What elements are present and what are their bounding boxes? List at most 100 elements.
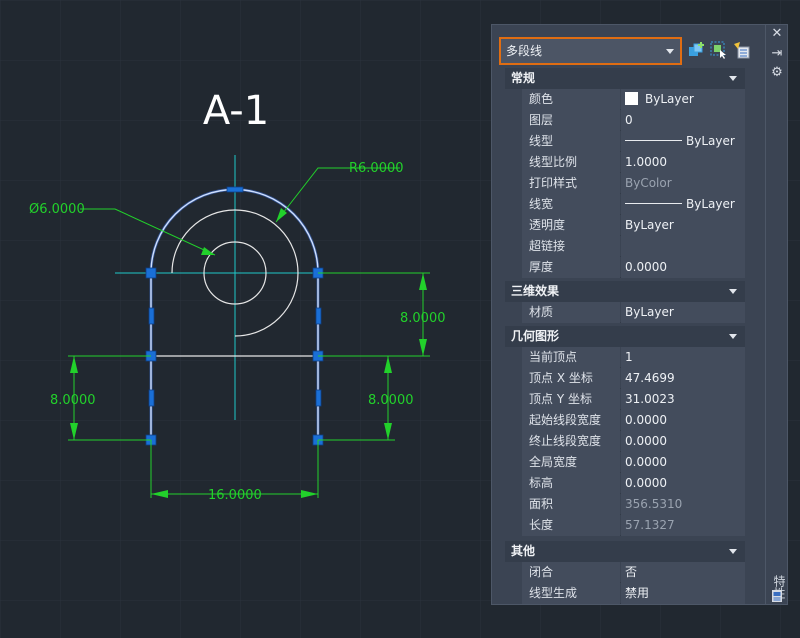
property-name: 材质 (522, 302, 620, 323)
property-value-cell[interactable]: 0.0000 (621, 452, 745, 473)
section-header[interactable]: 几何图形 (505, 326, 745, 347)
dim-bottom-label: 16.0000 (208, 488, 262, 503)
property-row[interactable]: 厚度 0.0000 (505, 257, 745, 278)
property-value-cell[interactable]: 47.4699 (621, 368, 745, 389)
property-name: 顶点 X 坐标 (522, 368, 620, 389)
property-name: 线型 (522, 131, 620, 152)
row-gutter (505, 473, 522, 494)
section-title: 其他 (511, 544, 536, 558)
color-swatch (625, 92, 638, 105)
auto-hide-icon[interactable]: ⇥ (770, 47, 784, 61)
property-row[interactable]: 透明度 ByLayer (505, 215, 745, 236)
property-name: 顶点 Y 坐标 (522, 389, 620, 410)
property-value-cell[interactable]: 1 (621, 347, 745, 368)
property-row[interactable]: 超链接 (505, 236, 745, 257)
property-value-cell[interactable]: ByLayer (621, 215, 745, 236)
property-value-cell[interactable]: ByLayer (621, 302, 745, 323)
property-value-cell[interactable]: 禁用 (621, 583, 745, 604)
property-value: ByLayer (645, 92, 694, 106)
property-value: 0.0000 (625, 455, 667, 469)
property-name: 当前顶点 (522, 347, 620, 368)
property-name: 标高 (522, 473, 620, 494)
section-header[interactable]: 其他 (505, 541, 745, 562)
property-value: 31.0023 (625, 392, 675, 406)
property-value-cell[interactable]: 356.5310 (621, 494, 745, 515)
properties-icon[interactable] (770, 589, 784, 603)
property-value: 0 (625, 113, 633, 127)
row-gutter (505, 583, 522, 604)
row-gutter (505, 389, 522, 410)
property-row[interactable]: 长度 57.1327 (505, 515, 745, 536)
chevron-down-icon (729, 289, 737, 294)
property-name: 打印样式 (522, 173, 620, 194)
property-row[interactable]: 全局宽度 0.0000 (505, 452, 745, 473)
property-row[interactable]: 线型 ByLayer (505, 131, 745, 152)
row-gutter (505, 410, 522, 431)
property-value-cell[interactable]: 57.1327 (621, 515, 745, 536)
property-value: 禁用 (625, 586, 650, 600)
property-row[interactable]: 打印样式 ByColor (505, 173, 745, 194)
property-row[interactable]: 顶点 Y 坐标 31.0023 (505, 389, 745, 410)
property-value-cell[interactable]: 0.0000 (621, 257, 745, 278)
property-row[interactable]: 当前顶点 1 (505, 347, 745, 368)
quick-select-icon[interactable] (732, 41, 750, 59)
palette-title-bar: ✕ ⇥ ⚙ 特性 (766, 24, 788, 605)
property-value-cell[interactable]: 1.0000 (621, 152, 745, 173)
dim-right-upper-label: 8.0000 (400, 311, 446, 326)
property-value-cell[interactable]: ByLayer (621, 131, 745, 152)
property-value-cell[interactable]: ByLayer (621, 89, 745, 110)
property-name: 全局宽度 (522, 452, 620, 473)
property-value: 356.5310 (625, 497, 683, 511)
select-objects-icon[interactable] (710, 41, 728, 59)
property-value-cell[interactable]: 0.0000 (621, 410, 745, 431)
property-row[interactable]: 图层 0 (505, 110, 745, 131)
row-gutter (505, 152, 522, 173)
property-row[interactable]: 线型生成 禁用 (505, 583, 745, 604)
property-value: ByLayer (625, 218, 674, 232)
property-row[interactable]: 闭合否 (505, 562, 745, 583)
property-value-cell[interactable]: 0.0000 (621, 431, 745, 452)
property-name: 终止线段宽度 (522, 431, 620, 452)
property-name: 线宽 (522, 194, 620, 215)
row-gutter (505, 257, 522, 278)
property-value-cell[interactable] (621, 236, 745, 257)
property-value-cell[interactable]: ByColor (621, 173, 745, 194)
property-row[interactable]: 颜色 ByLayer (505, 89, 745, 110)
property-row[interactable]: 线宽 ByLayer (505, 194, 745, 215)
section-header[interactable]: 常规 (505, 68, 745, 89)
property-value: 0.0000 (625, 260, 667, 274)
property-value: 0.0000 (625, 434, 667, 448)
property-name: 颜色 (522, 89, 620, 110)
row-gutter (505, 89, 522, 110)
row-gutter (505, 236, 522, 257)
property-value-cell[interactable]: ByLayer (621, 194, 745, 215)
property-value: 0.0000 (625, 476, 667, 490)
property-name: 闭合 (522, 562, 620, 583)
property-value: 0.0000 (625, 413, 667, 427)
section-header[interactable]: 三维效果 (505, 281, 745, 302)
property-value-cell[interactable]: 否 (621, 562, 745, 583)
property-row[interactable]: 标高 0.0000 (505, 473, 745, 494)
settings-icon[interactable]: ⚙ (770, 66, 784, 80)
dim-left-label: 8.0000 (50, 393, 96, 408)
property-value-cell[interactable]: 0 (621, 110, 745, 131)
property-value: 1 (625, 350, 633, 364)
property-row[interactable]: 面积 356.5310 (505, 494, 745, 515)
property-name: 图层 (522, 110, 620, 131)
property-row[interactable]: 顶点 X 坐标 47.4699 (505, 368, 745, 389)
toggle-pickadd-icon[interactable] (688, 41, 706, 59)
object-type-dropdown[interactable]: 多段线 (499, 37, 682, 65)
property-row[interactable]: 线型比例 1.0000 (505, 152, 745, 173)
close-icon[interactable]: ✕ (770, 27, 784, 41)
row-gutter (505, 173, 522, 194)
chevron-down-icon (666, 49, 674, 54)
property-value-cell[interactable]: 31.0023 (621, 389, 745, 410)
property-value-cell[interactable]: 0.0000 (621, 473, 745, 494)
diameter-dim-label: Ø6.0000 (29, 202, 85, 217)
property-row[interactable]: 起始线段宽度 0.0000 (505, 410, 745, 431)
section-title: 常规 (511, 71, 536, 85)
property-row[interactable]: 终止线段宽度 0.0000 (505, 431, 745, 452)
property-row[interactable]: 材质 ByLayer (505, 302, 745, 323)
row-gutter (505, 302, 522, 323)
row-gutter (505, 131, 522, 152)
